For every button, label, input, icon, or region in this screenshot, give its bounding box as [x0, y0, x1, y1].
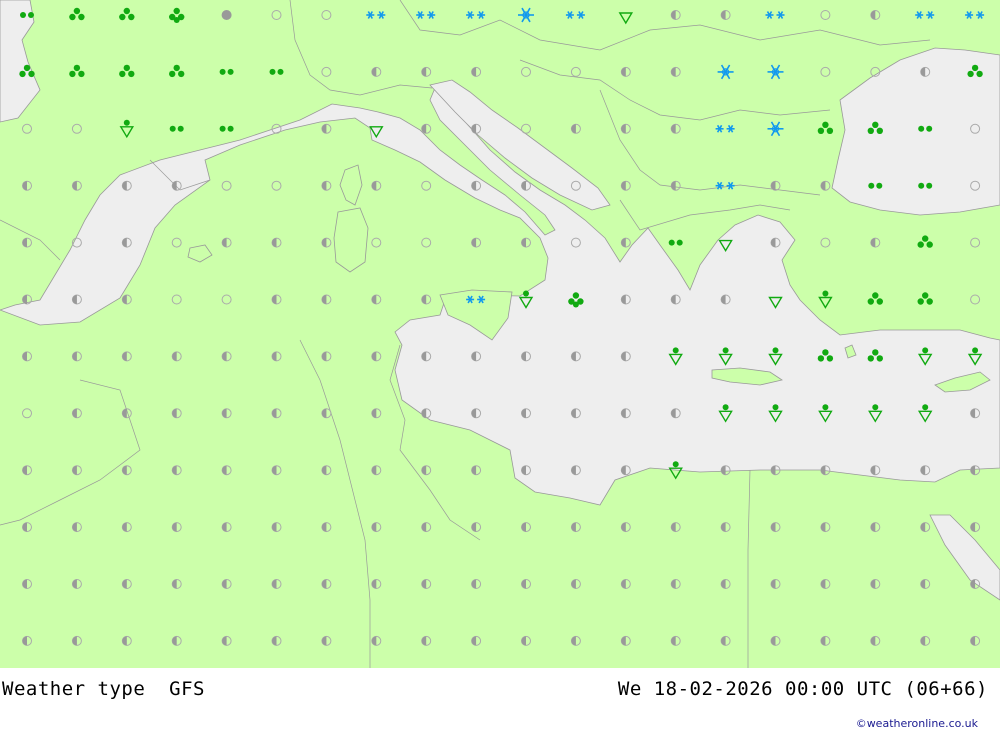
valid-time: We 18-02-2026 00:00 UTC (06+66) — [617, 678, 988, 700]
site-credit[interactable]: ©weatheronline.co.uk — [856, 717, 978, 730]
overcast-dot-icon — [221, 10, 232, 20]
island-sardinia — [333, 207, 369, 273]
map-footer: Weather type GFS We 18-02-2026 00:00 UTC… — [0, 668, 1000, 733]
map-title: Weather type GFS — [2, 678, 205, 700]
weather-map — [0, 0, 1000, 668]
